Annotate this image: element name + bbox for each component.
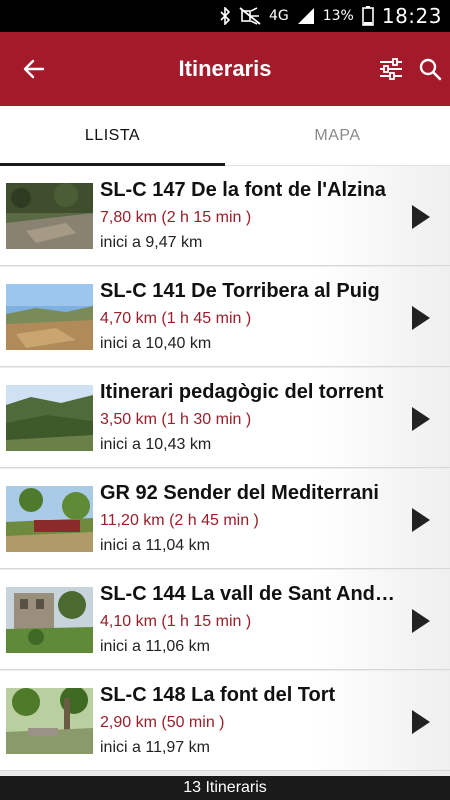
play-arrow-icon[interactable] [410,406,432,432]
route-distance: 11,20 km (2 h 45 min ) [100,512,259,529]
list-item[interactable]: Itinerari pedagògic del torrent 3,50 km … [0,368,450,468]
results-count-bar: 13 Itineraris [0,776,450,800]
route-thumbnail [6,385,93,451]
battery-icon [362,6,374,26]
back-button[interactable] [14,49,54,89]
filter-button[interactable] [371,49,411,89]
route-thumbnail [6,183,93,249]
play-arrow-icon[interactable] [410,204,432,230]
route-name: SL-C 147 De la font de l'Alzina [100,179,386,201]
route-start-distance: inici a 9,47 km [100,234,203,251]
play-arrow-icon[interactable] [410,305,432,331]
status-bar: 4G 13% 18:23 [0,0,450,32]
tab-mapa[interactable]: MAPA [225,106,450,166]
clock: 18:23 [381,4,442,28]
results-count: 13 Itineraris [183,779,267,796]
search-button[interactable] [410,49,450,89]
route-distance: 4,70 km (1 h 45 min ) [100,310,252,327]
status-icons: 4G 13% 18:23 [219,0,442,32]
play-arrow-icon[interactable] [410,507,432,533]
tab-bar: LLISTA MAPA [0,106,450,166]
route-start-distance: inici a 11,06 km [100,638,210,655]
route-distance: 3,50 km (1 h 30 min ) [100,411,252,428]
play-arrow-icon[interactable] [410,709,432,735]
route-start-distance: inici a 11,97 km [100,739,210,756]
list-item[interactable]: SL-C 147 De la font de l'Alzina 7,80 km … [0,166,450,266]
route-distance: 4,10 km (1 h 15 min ) [100,613,252,630]
network-label: 4G [268,8,289,24]
route-distance: 7,80 km (2 h 15 min ) [100,209,252,226]
tab-llista[interactable]: LLISTA [0,106,225,166]
route-name: Itinerari pedagògic del torrent [100,381,384,403]
filter-sliders-icon [380,58,402,80]
route-start-distance: inici a 10,40 km [100,335,212,352]
bluetooth-icon [219,7,231,25]
route-thumbnail [6,587,93,653]
route-name: SL-C 144 La vall de Sant Andreu [100,583,400,605]
play-arrow-icon[interactable] [410,608,432,634]
back-arrow-icon [23,59,45,79]
route-thumbnail [6,688,93,754]
route-thumbnail [6,284,93,350]
mute-icon [239,7,261,25]
list-item[interactable]: GR 92 Sender del Mediterrani 11,20 km (2… [0,469,450,569]
app-bar: Itineraris [0,32,450,106]
route-start-distance: inici a 11,04 km [100,537,210,554]
battery-percent: 13% [322,8,354,24]
signal-icon [297,7,315,25]
search-icon [419,58,442,81]
route-start-distance: inici a 10,43 km [100,436,212,453]
list-item[interactable]: SL-C 144 La vall de Sant Andreu 4,10 km … [0,570,450,670]
route-distance: 2,90 km (50 min ) [100,714,225,731]
route-thumbnail [6,486,93,552]
route-name: GR 92 Sender del Mediterrani [100,482,379,504]
list-item[interactable]: SL-C 141 De Torribera al Puig 4,70 km (1… [0,267,450,367]
list-item[interactable]: SL-C 148 La font del Tort 2,90 km (50 mi… [0,671,450,771]
route-list[interactable]: SL-C 147 De la font de l'Alzina 7,80 km … [0,166,450,776]
route-name: SL-C 148 La font del Tort [100,684,336,706]
route-name: SL-C 141 De Torribera al Puig [100,280,380,302]
